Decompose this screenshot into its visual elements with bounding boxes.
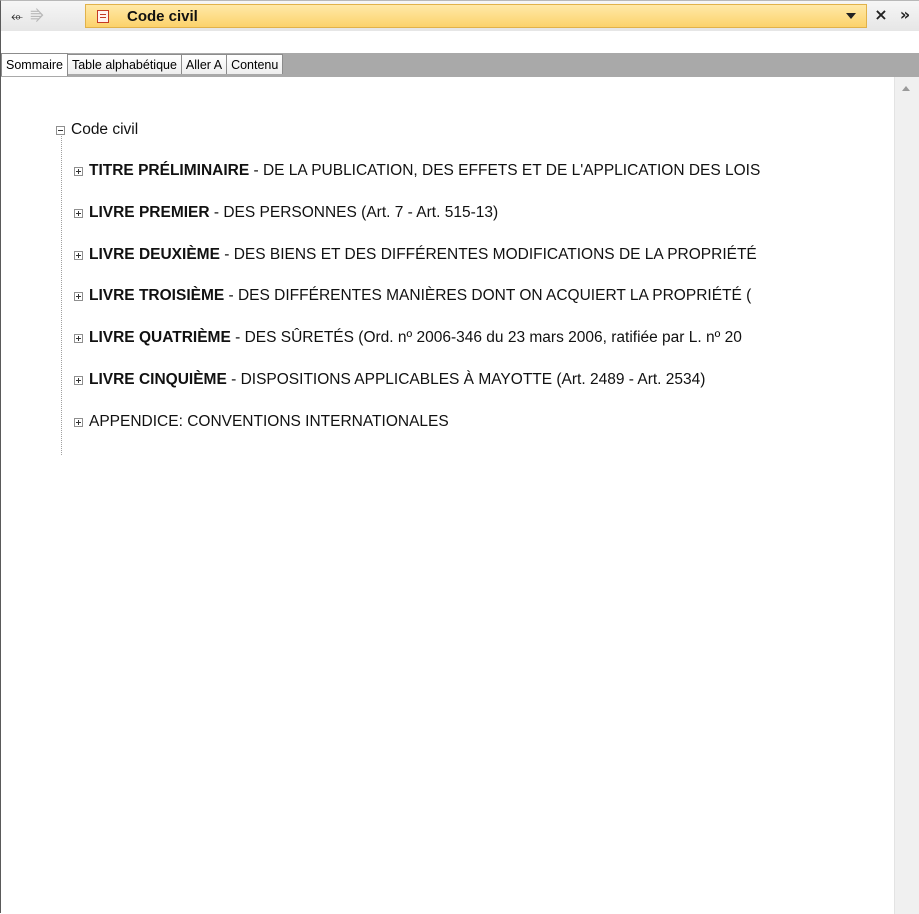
tab-sommaire[interactable]: Sommaire <box>1 53 68 76</box>
tree-item-description: - DE LA PUBLICATION, DES EFFETS ET DE L'… <box>249 162 761 179</box>
tree-item-livre-deuxieme[interactable]: LIVRE DEUXIÈME - DES BIENS ET DES DIFFÉR… <box>74 246 757 264</box>
tree-item-description: APPENDICE: CONVENTIONS INTERNATIONALES <box>89 413 449 430</box>
chevron-down-icon[interactable] <box>844 9 858 23</box>
tree-item-description: - DES SÛRETÉS (Ord. nº 2006-346 du 23 ma… <box>230 329 742 346</box>
tree-item-heading: TITRE PRÉLIMINAIRE <box>89 162 250 179</box>
tree-item-description: - DES BIENS ET DES DIFFÉRENTES MODIFICAT… <box>219 246 757 263</box>
vertical-scrollbar[interactable] <box>894 77 919 914</box>
expand-icon[interactable] <box>74 333 83 343</box>
expand-icon[interactable] <box>74 375 83 385</box>
tree-item-livre-troisieme[interactable]: LIVRE TROISIÈME - DES DIFFÉRENTES MANIÈR… <box>74 287 751 305</box>
document-title: Code civil <box>127 7 198 25</box>
tree-item-titre-preliminaire[interactable]: TITRE PRÉLIMINAIRE - DE LA PUBLICATION, … <box>74 162 760 180</box>
scroll-up-arrow-icon[interactable] <box>902 86 910 91</box>
tree-item-description: - DES PERSONNES (Art. 7 - Art. 515-13) <box>209 204 499 221</box>
tab-contenu[interactable]: Contenu <box>226 54 284 74</box>
tree-item-appendice[interactable]: APPENDICE: CONVENTIONS INTERNATIONALES <box>74 413 449 431</box>
tab-table-alphabetique[interactable]: Table alphabétique <box>66 54 182 74</box>
tree-root[interactable]: Code civil <box>56 121 138 139</box>
document-title-tab[interactable]: Code civil <box>85 4 867 28</box>
code-civil-panel: ⬰ ⭆ Code civil × » Sommaire Table alphab… <box>0 0 919 914</box>
tab-strip: Sommaire Table alphabétique Aller A Cont… <box>1 31 919 77</box>
back-arrow-icon[interactable]: ⬰ <box>7 2 27 30</box>
collapse-icon[interactable] <box>56 125 65 135</box>
expand-icon[interactable] <box>74 250 83 260</box>
tree-root-label: Code civil <box>71 121 139 138</box>
expand-icon[interactable] <box>74 417 83 427</box>
tree-item-heading: LIVRE CINQUIÈME <box>89 371 227 388</box>
expand-icon[interactable] <box>74 291 83 301</box>
tree-item-heading: LIVRE QUATRIÈME <box>89 329 231 346</box>
tree-item-heading: LIVRE DEUXIÈME <box>89 246 220 263</box>
tree-item-livre-quatrieme[interactable]: LIVRE QUATRIÈME - DES SÛRETÉS (Ord. nº 2… <box>74 329 742 347</box>
expand-icon[interactable] <box>74 166 83 176</box>
document-icon <box>97 9 109 23</box>
summary-tree-view[interactable]: Code civil TITRE PRÉLIMINAIRE - DE LA PU… <box>1 77 894 914</box>
double-chevron-right-icon[interactable]: » <box>895 5 915 25</box>
tree-item-livre-premier[interactable]: LIVRE PREMIER - DES PERSONNES (Art. 7 - … <box>74 204 498 222</box>
tree-item-description: - DES DIFFÉRENTES MANIÈRES DONT ON ACQUI… <box>224 287 752 304</box>
expand-icon[interactable] <box>74 208 83 218</box>
tree-item-description: - DISPOSITIONS APPLICABLES À MAYOTTE (Ar… <box>226 371 706 388</box>
forward-arrow-icon[interactable]: ⭆ <box>27 2 47 30</box>
tree-item-heading: LIVRE TROISIÈME <box>89 287 225 304</box>
tree-item-heading: LIVRE PREMIER <box>89 204 210 221</box>
title-bar: ⬰ ⭆ Code civil × » <box>1 1 919 31</box>
close-icon[interactable]: × <box>873 5 889 25</box>
tree-item-livre-cinquieme[interactable]: LIVRE CINQUIÈME - DISPOSITIONS APPLICABL… <box>74 371 705 389</box>
tree-connector-line <box>61 133 62 455</box>
tab-aller-a[interactable]: Aller A <box>180 54 228 74</box>
tab-row: Sommaire Table alphabétique Aller A Cont… <box>1 52 284 76</box>
